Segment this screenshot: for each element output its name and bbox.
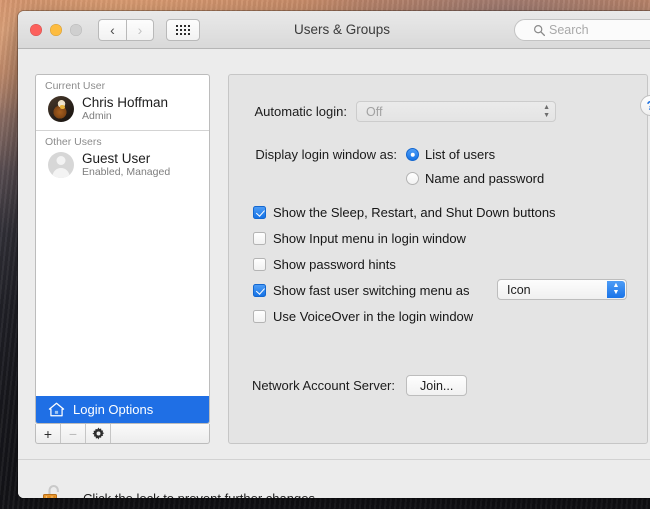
user-name: Chris Hoffman	[82, 95, 168, 110]
display-login-window-row: Display login window as: List of users N…	[229, 147, 544, 186]
automatic-login-label: Automatic login:	[229, 104, 347, 119]
radio-button	[406, 148, 419, 161]
plus-icon: +	[44, 426, 52, 442]
gear-icon	[92, 427, 105, 440]
window-controls	[30, 24, 82, 36]
checkbox-label: Show fast user switching menu as	[273, 283, 470, 298]
toolbar-filler	[111, 424, 209, 443]
navigation-buttons: ‹ ›	[98, 19, 154, 41]
radio-list-of-users[interactable]: List of users	[406, 147, 544, 162]
lock-button[interactable]	[40, 483, 66, 498]
radio-button	[406, 172, 419, 185]
display-login-window-options: List of users Name and password	[406, 147, 544, 186]
user-name: Guest User	[82, 151, 170, 166]
back-button[interactable]: ‹	[98, 19, 126, 41]
grid-icon	[176, 25, 190, 35]
checkbox-use-voiceover[interactable]: Use VoiceOver in the login window	[253, 309, 473, 324]
zoom-button	[70, 24, 82, 36]
checkbox	[253, 310, 266, 323]
chevron-updown-icon: ▲▼	[607, 281, 625, 298]
radio-label: List of users	[425, 147, 495, 162]
house-icon	[48, 402, 65, 417]
checkbox-label: Use VoiceOver in the login window	[273, 309, 473, 324]
sidebar-item-login-options[interactable]: Login Options	[36, 396, 209, 423]
forward-button: ›	[126, 19, 154, 41]
minimize-button[interactable]	[50, 24, 62, 36]
user-status: Enabled, Managed	[82, 166, 170, 179]
add-user-button[interactable]: +	[36, 424, 61, 443]
minus-icon: −	[69, 426, 77, 442]
checkbox-show-input-menu[interactable]: Show Input menu in login window	[253, 231, 466, 246]
checkbox	[253, 258, 266, 271]
chevron-updown-icon: ▲▼	[543, 105, 550, 119]
checkbox-label: Show password hints	[273, 257, 396, 272]
automatic-login-row: Automatic login: Off ▲▼	[229, 101, 559, 122]
user-item-guest[interactable]: Guest User Enabled, Managed	[36, 150, 209, 186]
radio-label: Name and password	[425, 171, 544, 186]
user-item-current[interactable]: Chris Hoffman Admin	[36, 94, 209, 130]
checkbox-show-password-hints[interactable]: Show password hints	[253, 257, 396, 272]
sidebar-toolbar: + −	[35, 424, 210, 444]
automatic-login-value: Off	[366, 105, 382, 119]
network-account-server-label: Network Account Server:	[229, 378, 395, 393]
checkbox	[253, 232, 266, 245]
search-placeholder: Search	[549, 23, 589, 37]
join-button[interactable]: Join...	[406, 375, 467, 396]
user-list-sidebar: Current User Chris Hoffman Admin Other U…	[35, 74, 210, 424]
search-icon	[533, 24, 546, 37]
checkbox-label: Show the Sleep, Restart, and Shut Down b…	[273, 205, 556, 220]
question-mark-icon: ?	[647, 98, 650, 113]
desktop-background: ‹ › Users & Groups Search	[0, 0, 650, 509]
group-header-current-user: Current User	[36, 75, 209, 94]
chevron-right-icon: ›	[138, 22, 143, 38]
checkbox	[253, 206, 266, 219]
remove-user-button: −	[61, 424, 86, 443]
checkbox-label: Show Input menu in login window	[273, 231, 466, 246]
lock-status-text: Click the lock to prevent further change…	[83, 491, 319, 499]
system-preferences-window: ‹ › Users & Groups Search	[18, 11, 650, 498]
checkbox	[253, 284, 266, 297]
window-body: Current User Chris Hoffman Admin Other U…	[18, 49, 650, 498]
close-button[interactable]	[30, 24, 42, 36]
user-role: Admin	[82, 110, 168, 123]
fast-user-switching-select[interactable]: Icon ▲▼	[497, 279, 627, 300]
group-header-other-users: Other Users	[36, 131, 209, 150]
display-login-window-label: Display login window as:	[229, 147, 397, 162]
sidebar-spacer	[36, 186, 209, 396]
window-titlebar: ‹ › Users & Groups Search	[18, 11, 650, 49]
automatic-login-select[interactable]: Off ▲▼	[356, 101, 556, 122]
radio-name-and-password[interactable]: Name and password	[406, 171, 544, 186]
search-input[interactable]: Search	[514, 19, 650, 41]
chevron-left-icon: ‹	[110, 22, 115, 38]
network-account-server-row: Network Account Server: Join...	[229, 375, 467, 396]
checkbox-fast-user-switching[interactable]: Show fast user switching menu as	[253, 283, 470, 298]
sidebar-item-label: Login Options	[73, 402, 153, 417]
fast-user-switching-value: Icon	[507, 283, 531, 297]
open-padlock-icon	[40, 483, 66, 498]
join-button-label: Join...	[420, 379, 453, 393]
window-footer: Click the lock to prevent further change…	[18, 459, 650, 498]
avatar	[48, 152, 74, 178]
show-all-button[interactable]	[166, 19, 200, 41]
login-options-panel: Automatic login: Off ▲▼ Display login wi…	[228, 74, 648, 444]
checkbox-show-sleep-restart-shutdown[interactable]: Show the Sleep, Restart, and Shut Down b…	[253, 205, 556, 220]
avatar	[48, 96, 74, 122]
user-settings-button[interactable]	[86, 424, 111, 443]
